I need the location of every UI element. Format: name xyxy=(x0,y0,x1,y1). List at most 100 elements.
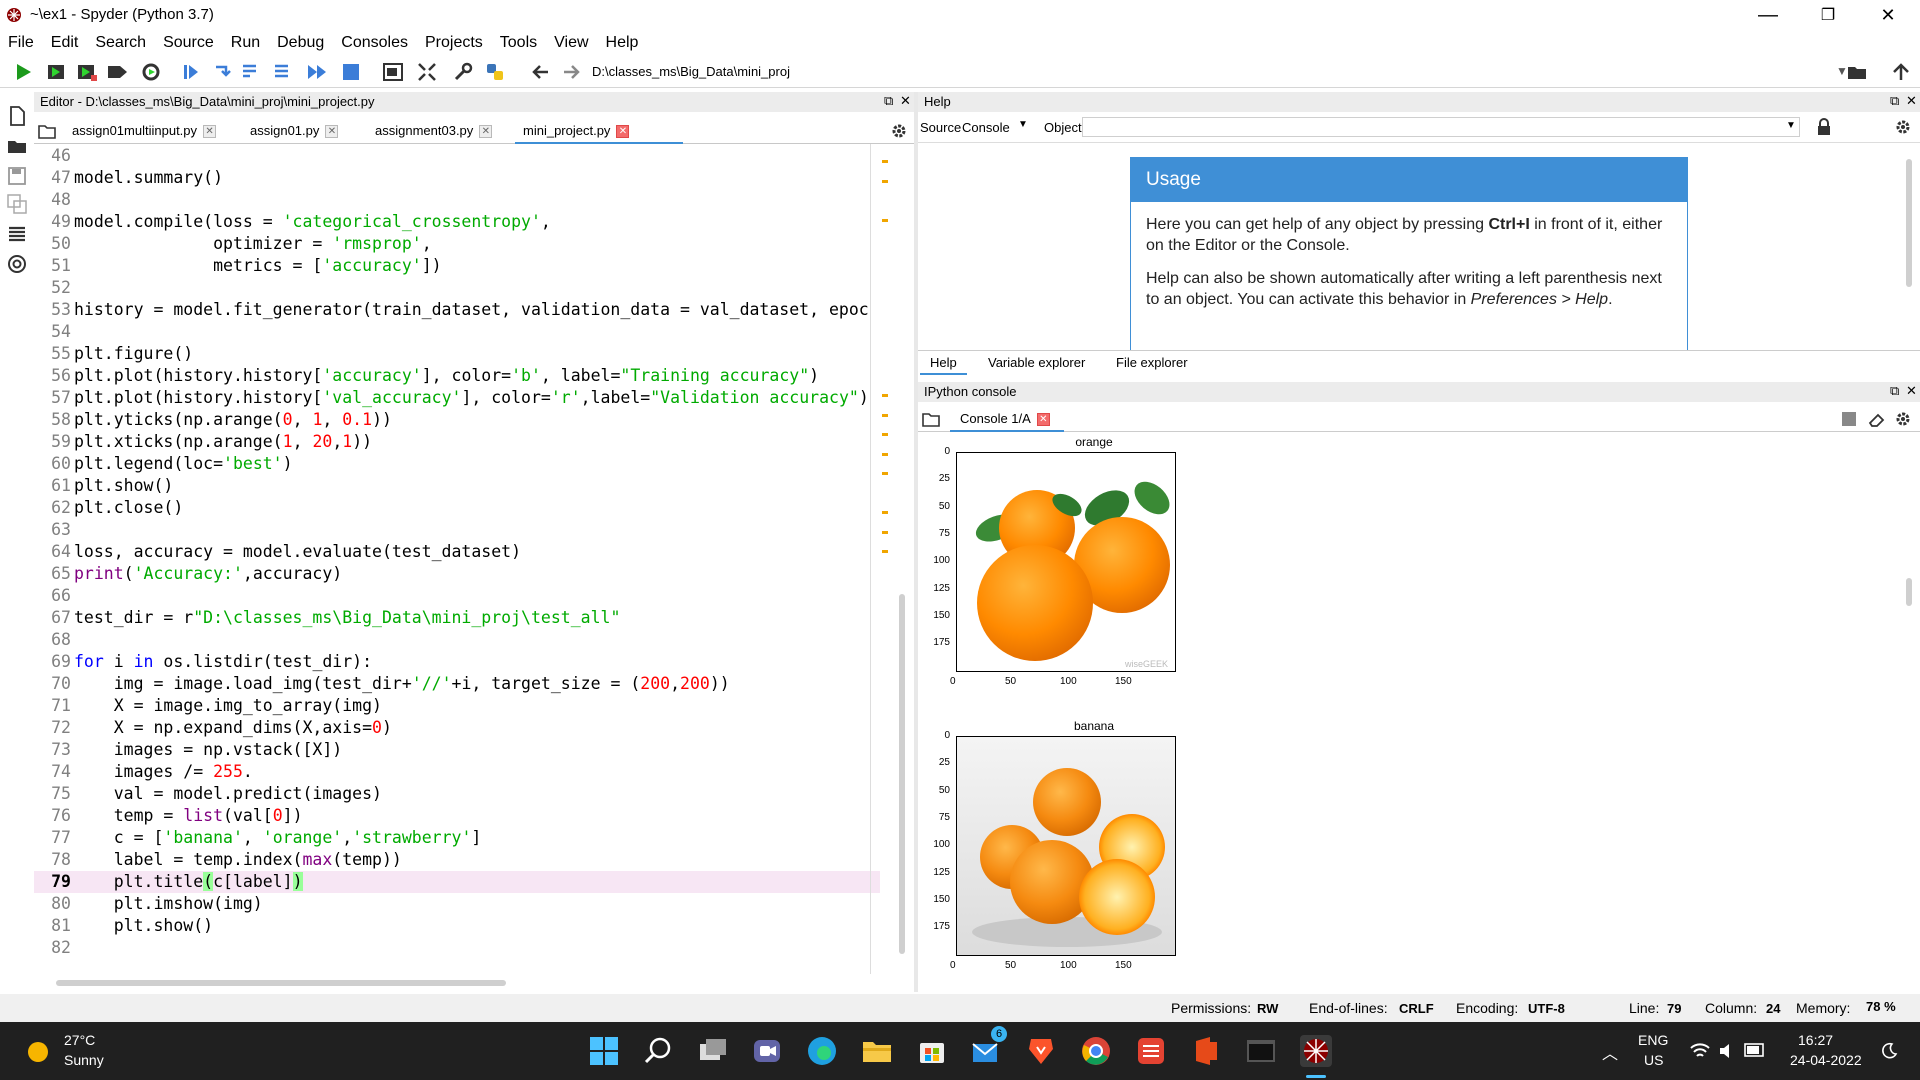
code-line[interactable]: 69 for i in os.listdir(test_dir): xyxy=(34,651,880,673)
code-line[interactable]: 53 history = model.fit_generator(train_da… xyxy=(34,299,880,321)
battery-icon[interactable] xyxy=(1744,1043,1766,1057)
code-line[interactable]: 80 plt.imshow(img) xyxy=(34,893,880,915)
save-all-icon[interactable] xyxy=(6,193,28,215)
interrupt-kernel-icon[interactable] xyxy=(1842,412,1856,426)
office-icon[interactable] xyxy=(1190,1035,1222,1067)
step-icon[interactable] xyxy=(212,61,234,83)
menu-projects[interactable]: Projects xyxy=(425,34,483,52)
rerun-icon[interactable] xyxy=(140,61,162,83)
code-line[interactable]: 70 img = image.load_img(test_dir+'//'+i,… xyxy=(34,673,880,695)
code-line[interactable]: 77 c = ['banana', 'orange','strawberry'] xyxy=(34,827,880,849)
wifi-icon[interactable] xyxy=(1690,1042,1710,1060)
menu-debug[interactable]: Debug xyxy=(277,34,324,52)
tab-close-icon[interactable]: ✕ xyxy=(203,125,217,139)
language-eng[interactable]: ENG xyxy=(1638,1032,1668,1048)
file-explorer-icon[interactable] xyxy=(861,1035,893,1067)
code-line[interactable]: 81 plt.show() xyxy=(34,915,880,937)
warning-marker[interactable] xyxy=(882,550,888,553)
spyder-taskbar-icon[interactable] xyxy=(1300,1035,1332,1067)
code-line[interactable]: 51 metrics = ['accuracy']) xyxy=(34,255,880,277)
code-line[interactable]: 54 xyxy=(34,321,880,343)
code-line[interactable]: 61 plt.show() xyxy=(34,475,880,497)
console-tab-close-icon[interactable]: ✕ xyxy=(1036,413,1050,427)
code-line[interactable]: 75 val = model.predict(images) xyxy=(34,783,880,805)
editor-close-pane-icon[interactable]: ✕ xyxy=(900,93,911,109)
todoist-icon[interactable] xyxy=(1135,1035,1167,1067)
tab-assign01[interactable]: assign01.py ✕ xyxy=(242,118,378,144)
code-line[interactable]: 73 images = np.vstack([X]) xyxy=(34,739,880,761)
run-icon[interactable] xyxy=(12,61,34,83)
sun-weather-icon[interactable] xyxy=(26,1040,50,1064)
language-us[interactable]: US xyxy=(1644,1052,1663,1068)
code-line[interactable]: 49 model.compile(loss = 'categorical_cros… xyxy=(34,211,880,233)
code-line[interactable]: 62 plt.close() xyxy=(34,497,880,519)
code-line[interactable]: 48 xyxy=(34,189,880,211)
task-view-icon[interactable] xyxy=(697,1035,729,1067)
warning-marker[interactable] xyxy=(882,218,888,222)
code-line[interactable]: 47 model.summary() xyxy=(34,167,880,189)
warning-marker[interactable] xyxy=(882,179,888,183)
menu-file[interactable]: File xyxy=(8,34,34,52)
code-line[interactable]: 82 xyxy=(34,937,880,959)
code-line[interactable]: 56 plt.plot(history.history['accuracy'], … xyxy=(34,365,880,387)
working-directory-input[interactable]: D:\classes_ms\Big_Data\mini_proj xyxy=(588,62,1718,84)
editor-options-gear-icon[interactable] xyxy=(890,122,908,140)
tab-console-1a[interactable]: Console 1/A ✕ xyxy=(950,406,1064,432)
editor-undock-icon[interactable]: ⧉ xyxy=(884,93,893,109)
menu-consoles[interactable]: Consoles xyxy=(341,34,408,52)
speaker-icon[interactable] xyxy=(1718,1042,1736,1060)
code-line[interactable]: 79 plt.title(c[label]) xyxy=(34,871,880,893)
search-icon[interactable] xyxy=(642,1035,674,1067)
tab-close-icon[interactable]: ✕ xyxy=(325,125,339,139)
console-options-gear-icon[interactable] xyxy=(1894,410,1912,428)
outline-list-icon[interactable] xyxy=(6,223,28,245)
step-into-icon[interactable] xyxy=(240,61,262,83)
new-file-icon[interactable] xyxy=(6,105,28,127)
lock-icon[interactable] xyxy=(1816,118,1832,136)
editor-scroll-thumb[interactable] xyxy=(899,594,905,954)
warning-marker[interactable] xyxy=(882,413,888,417)
tab-help[interactable]: Help xyxy=(920,351,967,375)
menu-help[interactable]: Help xyxy=(606,34,639,52)
source-select[interactable]: Console xyxy=(962,120,1010,135)
code-line[interactable]: 74 images /= 255. xyxy=(34,761,880,783)
maximize-pane-icon[interactable] xyxy=(382,61,404,83)
run-cell-icon[interactable] xyxy=(46,61,68,83)
console-browse-icon[interactable] xyxy=(922,411,940,427)
parent-dir-arrow-icon[interactable] xyxy=(1890,61,1912,83)
code-line[interactable]: 68 xyxy=(34,629,880,651)
fullscreen-icon[interactable] xyxy=(416,61,438,83)
ipython-undock-icon[interactable]: ⧉ xyxy=(1890,383,1899,399)
code-line[interactable]: 64 loss, accuracy = model.evaluate(test_d… xyxy=(34,541,880,563)
clock-date[interactable]: 24-04-2022 xyxy=(1790,1052,1862,1068)
code-line[interactable]: 63 xyxy=(34,519,880,541)
teams-chat-icon[interactable] xyxy=(751,1035,783,1067)
menu-search[interactable]: Search xyxy=(95,34,146,52)
minimize-button[interactable]: — xyxy=(1740,0,1796,30)
clear-console-eraser-icon[interactable] xyxy=(1868,411,1886,427)
terminal-icon[interactable] xyxy=(1245,1035,1277,1067)
code-line[interactable]: 57 plt.plot(history.history['val_accuracy… xyxy=(34,387,880,409)
warning-marker[interactable] xyxy=(882,160,888,163)
run-selection-icon[interactable] xyxy=(106,61,128,83)
warning-marker[interactable] xyxy=(882,511,888,514)
menu-view[interactable]: View xyxy=(554,34,588,52)
email-at-icon[interactable] xyxy=(6,253,28,275)
working-directory-dropdown-icon[interactable]: ▼ xyxy=(1836,64,1848,78)
tab-close-icon[interactable]: ✕ xyxy=(479,125,493,139)
warning-marker[interactable] xyxy=(882,452,888,456)
preferences-wrench-icon[interactable] xyxy=(452,61,474,83)
menu-run[interactable]: Run xyxy=(231,34,260,52)
editor-horizontal-scrollbar[interactable] xyxy=(56,980,506,986)
debug-icon[interactable] xyxy=(180,61,202,83)
code-line[interactable]: 52 xyxy=(34,277,880,299)
object-input[interactable] xyxy=(1082,117,1800,137)
object-dropdown-icon[interactable]: ▼ xyxy=(1786,120,1796,131)
code-line[interactable]: 58 plt.yticks(np.arange(0, 1, 0.1)) xyxy=(34,409,880,431)
run-cell-advance-icon[interactable] xyxy=(76,61,98,83)
tray-overflow-chevron-icon[interactable]: ︿ xyxy=(1602,1040,1618,1064)
weather-temp[interactable]: 27°C xyxy=(64,1032,95,1048)
code-line[interactable]: 76 temp = list(val[0]) xyxy=(34,805,880,827)
save-icon[interactable] xyxy=(6,165,28,187)
warning-marker[interactable] xyxy=(882,433,888,436)
